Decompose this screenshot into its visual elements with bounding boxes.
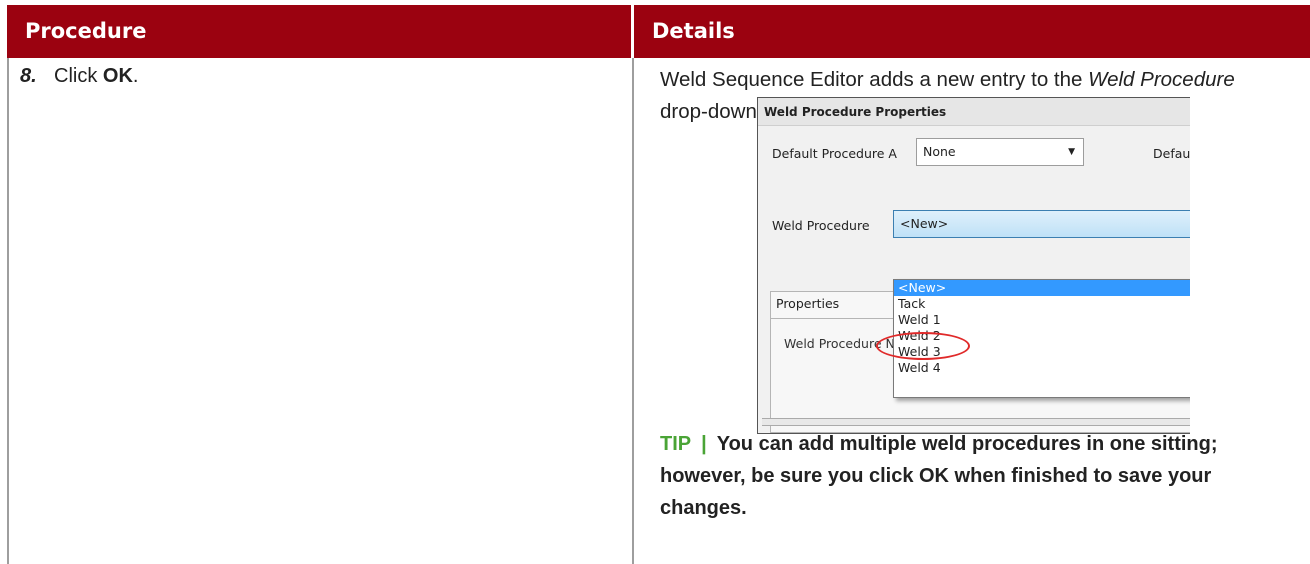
- dialog-title: Weld Procedure Properties: [758, 98, 1190, 126]
- tip-text: TIP | You can add multiple weld procedures…: [660, 428, 1275, 524]
- default-procedure-a-value: None: [923, 144, 956, 159]
- header-details: Details: [634, 5, 1310, 58]
- tip-separator: |: [701, 433, 707, 455]
- header-procedure: Procedure: [7, 5, 631, 58]
- details-part-1: Weld Sequence Editor adds a new entry to…: [660, 68, 1089, 91]
- default-procedure-b-label: Defaul: [1153, 146, 1190, 161]
- weld-procedure-select[interactable]: <New>: [893, 210, 1190, 238]
- details-part-2: drop-down.: [660, 100, 763, 123]
- tip-label: TIP: [660, 433, 692, 455]
- step-suffix: .: [132, 65, 139, 87]
- scrollbar[interactable]: [762, 418, 1190, 426]
- highlight-circle: [876, 332, 970, 360]
- step-ok: OK: [102, 65, 133, 87]
- column-divider: [632, 58, 634, 564]
- tip-body: You can add multiple weld procedures in …: [660, 433, 1218, 519]
- dropdown-item[interactable]: Tack: [894, 296, 1190, 312]
- dropdown-item[interactable]: <New>: [894, 280, 1190, 296]
- default-procedure-a-label: Default Procedure A: [772, 146, 897, 161]
- dialog-screenshot: Weld Procedure Properties Default Proced…: [757, 97, 1190, 434]
- default-procedure-a-select[interactable]: None ▼: [916, 138, 1084, 166]
- step-prefix: Click: [54, 65, 103, 87]
- dropdown-item[interactable]: Weld 4: [894, 360, 1190, 376]
- details-italic: Weld Procedure: [1088, 68, 1235, 91]
- dropdown-item[interactable]: Weld 1: [894, 312, 1190, 328]
- tab-properties[interactable]: Properties: [770, 291, 900, 319]
- weld-procedure-label: Weld Procedure: [772, 218, 870, 233]
- left-border: [7, 58, 9, 564]
- step-number: 8.: [20, 65, 37, 87]
- step-text: 8. Click OK.: [20, 60, 138, 92]
- weld-procedure-value: <New>: [900, 216, 949, 231]
- chevron-down-icon: ▼: [1068, 147, 1075, 157]
